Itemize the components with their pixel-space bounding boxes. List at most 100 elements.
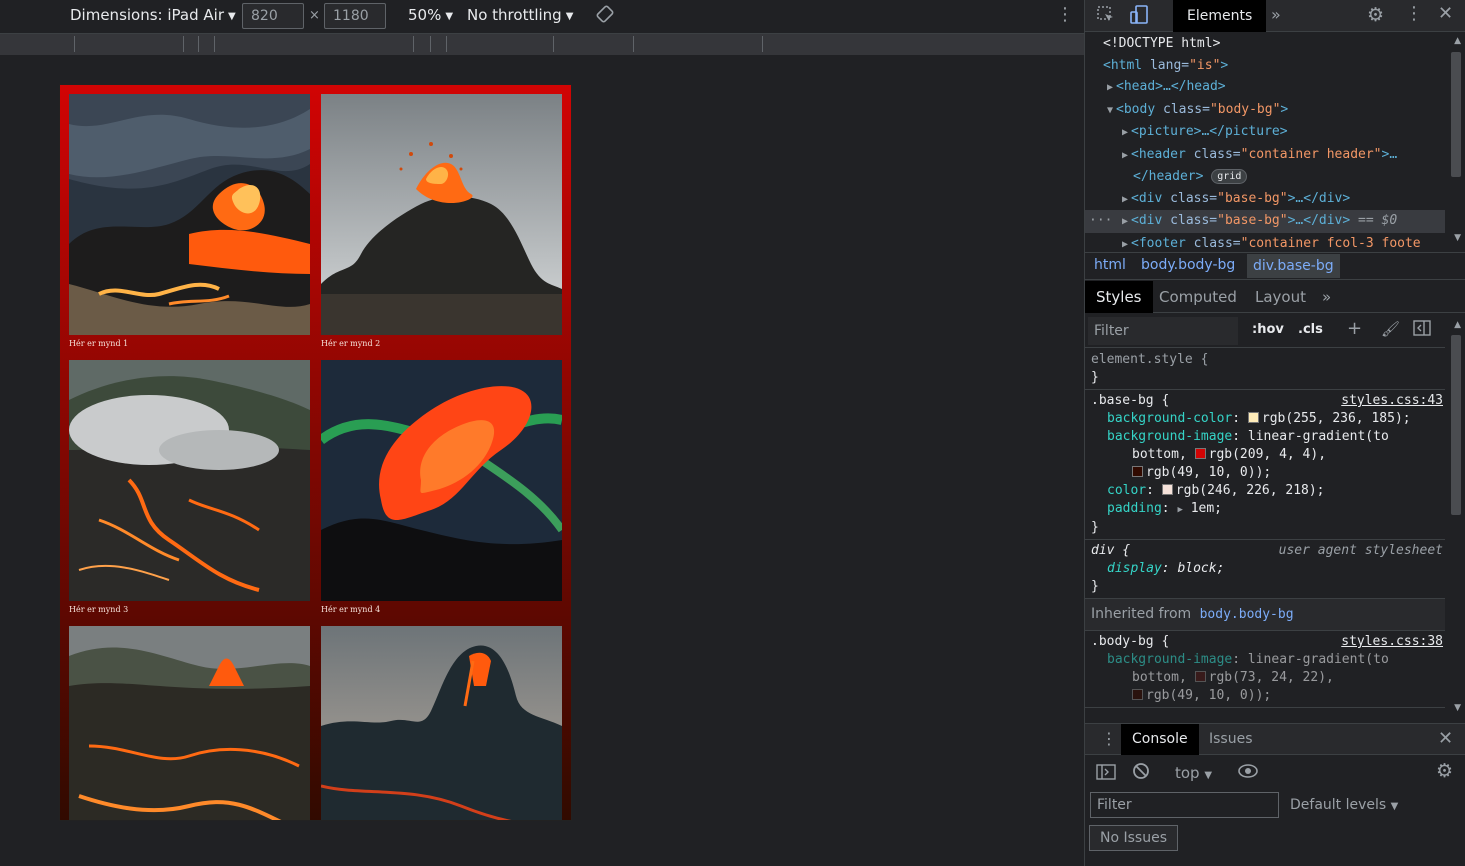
volcano-photo-6[interactable] (321, 626, 562, 820)
filter-placeholder: Filter (1094, 323, 1129, 339)
scroll-up-arrow-icon[interactable]: ▲ (1454, 36, 1461, 46)
add-rule-icon[interactable]: + (1347, 318, 1362, 339)
element-style-rule: element.style { } (1085, 349, 1445, 390)
drawer-menu-icon[interactable]: ⋮ (1101, 729, 1117, 748)
css-property[interactable]: padding: ▶ 1em; (1091, 500, 1439, 519)
breadcrumb-body[interactable]: body.body-bg (1141, 257, 1235, 273)
color-swatch[interactable] (1194, 448, 1206, 459)
rule-selector[interactable]: .base-bg { (1091, 393, 1169, 408)
inherited-from-link[interactable]: body.body-bg (1200, 607, 1294, 622)
chevron-down-icon: ▼ (227, 11, 236, 22)
close-drawer-icon[interactable]: ✕ (1438, 728, 1453, 749)
hov-button[interactable]: :hov (1252, 322, 1284, 337)
dom-node[interactable]: <html lang="is"> (1085, 55, 1445, 77)
settings-icon[interactable]: ⚙ (1367, 4, 1384, 26)
width-input[interactable]: 820 (242, 3, 304, 29)
styles-scrollbar[interactable] (1451, 335, 1461, 515)
device-selector[interactable]: Dimensions: iPad Air ▼ (70, 6, 236, 24)
color-swatch[interactable] (1161, 484, 1173, 495)
log-levels-selector[interactable]: Default levels ▼ (1290, 797, 1398, 813)
console-filter-input[interactable]: Filter (1090, 792, 1279, 818)
tab-issues[interactable]: Issues (1209, 731, 1253, 747)
color-swatch[interactable] (1247, 412, 1259, 423)
device-emulation-pane: Dimensions: iPad Air ▼ 820 × 1180 50% ▼ No… (0, 0, 1084, 866)
tab-computed[interactable]: Computed (1159, 281, 1237, 313)
paint-icon[interactable]: 🖌 (1381, 320, 1400, 338)
styles-pane: element.style { } .base-bg { styles.css:4… (1085, 349, 1445, 719)
drawer-tabbar: ⋮ Console Issues ✕ (1085, 723, 1465, 755)
console-settings-icon[interactable]: ⚙ (1436, 760, 1453, 782)
gallery-item: Hér er mynd 2 (321, 94, 562, 350)
styles-filter-input[interactable]: Filter (1088, 317, 1238, 345)
clear-console-icon[interactable] (1132, 762, 1150, 784)
css-property[interactable]: color: rgb(246, 226, 218); (1091, 482, 1439, 500)
dom-node[interactable]: ▼ <body class="body-bg"> (1085, 99, 1445, 122)
css-property[interactable]: background-color: rgb(255, 236, 185); (1091, 410, 1439, 428)
dom-scrollbar[interactable] (1451, 52, 1461, 177)
sidebar-show-icon[interactable] (1096, 764, 1116, 784)
scroll-down-arrow-icon[interactable]: ▼ (1454, 703, 1461, 713)
app-window: Dimensions: iPad Air ▼ 820 × 1180 50% ▼ No… (0, 0, 1465, 866)
tab-layout[interactable]: Layout (1255, 281, 1306, 313)
dom-node[interactable]: ▶ <picture>…</picture> (1085, 121, 1445, 144)
volcano-photo-3[interactable] (69, 360, 310, 601)
dom-node[interactable]: ▶ <head>…</head> (1085, 76, 1445, 99)
tab-elements[interactable]: Elements (1173, 0, 1267, 32)
device-viewport: Hér er mynd 1 Hér er mynd 2 Hér er mynd … (59, 84, 572, 821)
css-property[interactable]: background-image: linear-gradient(to (1091, 651, 1439, 669)
inspect-element-icon[interactable] (1097, 6, 1115, 28)
console-toolbar: top ▼ ⚙ (1085, 756, 1465, 790)
color-swatch[interactable] (1132, 466, 1143, 477)
dom-node-selected[interactable]: ··· ▶ <div class="base-bg">…</div> == $0 (1085, 210, 1445, 233)
tab-styles[interactable]: Styles (1085, 281, 1153, 313)
css-property[interactable]: background-image: linear-gradient(to (1091, 428, 1439, 446)
expand-triangle-icon: ▶ (1122, 193, 1129, 205)
breadcrumb-html[interactable]: html (1094, 257, 1126, 273)
scroll-up-arrow-icon[interactable]: ▲ (1454, 320, 1461, 330)
more-tabs-icon[interactable]: » (1271, 5, 1281, 24)
zoom-selector[interactable]: 50% ▼ (408, 6, 453, 24)
close-icon[interactable]: ✕ (1438, 3, 1453, 24)
height-input[interactable]: 1180 (324, 3, 386, 29)
color-swatch[interactable] (1132, 689, 1143, 700)
dom-tree: <!DOCTYPE html> <html lang="is"> ▶ <head>… (1085, 33, 1445, 251)
rotate-icon[interactable] (596, 5, 614, 27)
console-filter-placeholder: Filter (1097, 797, 1132, 813)
context-selector[interactable]: top ▼ (1175, 764, 1212, 782)
color-swatch[interactable] (1194, 671, 1206, 682)
volcano-photo-1[interactable] (69, 94, 310, 335)
expand-triangle-icon: ▶ (1122, 216, 1129, 227)
source-link[interactable]: styles.css:43 (1341, 392, 1443, 410)
rule-selector[interactable]: .body-bg { (1091, 634, 1169, 649)
dom-node[interactable]: ▶ <header class="container header">… (1085, 144, 1445, 167)
height-value: 1180 (333, 8, 369, 24)
dom-node[interactable]: </header> grid (1085, 166, 1445, 188)
cls-button[interactable]: .cls (1298, 322, 1323, 337)
source-link[interactable]: styles.css:38 (1341, 633, 1443, 651)
more-tabs-icon[interactable]: » (1322, 281, 1331, 313)
live-expression-icon[interactable] (1238, 764, 1258, 782)
device-toolbar-icon[interactable] (1130, 5, 1150, 29)
gallery-item: Hér er mynd 3 (69, 360, 310, 616)
image-caption: Hér er mynd 1 (69, 339, 129, 348)
volcano-photo-2[interactable] (321, 94, 562, 335)
collapse-triangle-icon: ▼ (1107, 104, 1114, 116)
ellipsis-icon: ··· (1089, 213, 1113, 228)
grid-badge[interactable]: grid (1211, 169, 1248, 184)
more-options-icon[interactable]: ⋮ (1405, 3, 1423, 24)
breadcrumb-div[interactable]: div.base-bg (1247, 254, 1340, 278)
volcano-photo-5[interactable] (69, 626, 310, 820)
no-issues-button[interactable]: No Issues (1089, 825, 1178, 851)
throttling-label: No throttling (467, 6, 562, 24)
tab-console[interactable]: Console (1121, 724, 1199, 755)
dom-node[interactable]: <!DOCTYPE html> (1085, 33, 1445, 55)
more-options-icon[interactable]: ⋮ (1056, 4, 1074, 25)
dom-node[interactable]: ▶ <footer class="container fcol-3 foote (1085, 233, 1445, 252)
scroll-down-arrow-icon[interactable]: ▼ (1454, 233, 1461, 243)
dom-node[interactable]: ▶ <div class="base-bg">…</div> (1085, 188, 1445, 211)
throttling-selector[interactable]: No throttling ▼ (467, 6, 573, 24)
styles-filter-bar: Filter :hov .cls + 🖌 (1085, 314, 1445, 348)
sidebar-toggle-icon[interactable] (1413, 320, 1431, 340)
volcano-photo-4[interactable] (321, 360, 562, 601)
chevron-down-icon: ▼ (565, 11, 574, 22)
